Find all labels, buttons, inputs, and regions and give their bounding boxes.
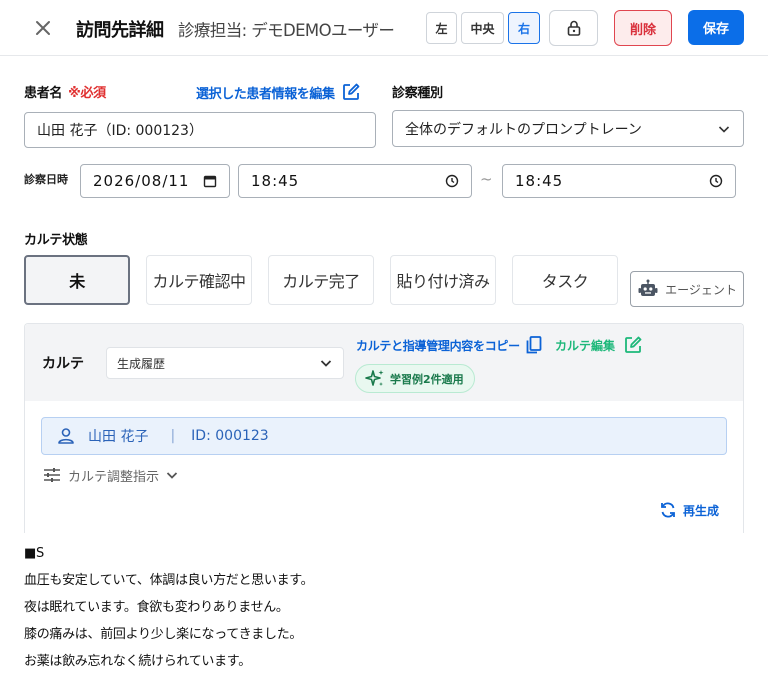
datetime-label: 診察日時 xyxy=(24,173,68,186)
end-time-input[interactable]: 18:45 xyxy=(502,164,736,198)
date-input[interactable]: 2026/08/11 xyxy=(80,164,230,198)
karte-patient-id: ID: 000123 xyxy=(191,428,269,444)
karte-adjust-toggle[interactable]: カルテ調整指示 xyxy=(42,465,179,485)
exam-type-select[interactable]: 全体のデフォルトのプロンプトレーン xyxy=(392,110,744,147)
exam-type-label: 診察種別 xyxy=(392,86,443,101)
header: 訪問先詳細 診療担当: デモDEMOユーザー 左 中央 右 削除 保存 xyxy=(0,0,768,56)
copy-karte-link[interactable]: カルテと指導管理内容をコピー xyxy=(356,335,544,355)
agent-button[interactable]: エージェント xyxy=(630,271,744,307)
karte-panel: カルテ 生成履歴 カルテと指導管理内容をコピー カルテ編集 学習例2件適用 山田… xyxy=(24,323,744,533)
date-value: 2026/08/11 xyxy=(93,172,190,190)
sliders-icon xyxy=(44,468,60,482)
page-title: 訪問先詳細 xyxy=(76,20,164,41)
position-left-button[interactable]: 左 xyxy=(426,12,457,44)
karte-patient-separator: | xyxy=(170,428,176,444)
history-select[interactable]: 生成履歴 xyxy=(106,347,344,379)
time-separator: ~ xyxy=(480,170,493,188)
robot-icon xyxy=(638,279,658,296)
position-center-button[interactable]: 中央 xyxy=(461,12,504,44)
delete-button[interactable]: 削除 xyxy=(614,10,672,46)
note-line: 血圧も安定していて、体調は良い方だと思います。 xyxy=(24,573,314,588)
chevron-down-icon xyxy=(320,360,332,367)
lock-button[interactable] xyxy=(549,10,598,46)
note-line: 夜は眠れています。食欲も変わりありません。 xyxy=(24,600,289,615)
sparkle-icon xyxy=(365,369,384,386)
note-line: お薬は飲み忘れなく続けられています。 xyxy=(24,654,251,669)
karte-patient-bar: 山田 花子 | ID: 000123 xyxy=(41,417,727,455)
chevron-down-icon xyxy=(718,125,730,133)
regenerate-button[interactable]: 再生成 xyxy=(659,501,719,519)
start-time-value: 18:45 xyxy=(251,172,300,190)
agent-button-label: エージェント xyxy=(665,282,737,297)
history-select-value: 生成履歴 xyxy=(117,356,166,371)
status-option-pasted[interactable]: 貼り付け済み xyxy=(390,255,496,305)
copy-karte-link-text: カルテと指導管理内容をコピー xyxy=(356,338,520,353)
chevron-down-icon xyxy=(166,472,178,479)
patient-label: 患者名 ※必須 xyxy=(24,82,106,101)
edit-patient-link-text: 選択した患者情報を編集 xyxy=(196,86,335,102)
copy-icon xyxy=(526,336,542,354)
regenerate-label: 再生成 xyxy=(683,503,720,518)
clock-icon[interactable] xyxy=(445,174,459,188)
learning-examples-badge[interactable]: 学習例2件適用 xyxy=(355,364,475,393)
karte-edit-link-text: カルテ編集 xyxy=(555,338,616,353)
karte-note: ■S 血圧も安定していて、体調は良い方だと思います。 夜は眠れています。食欲も変… xyxy=(24,540,314,675)
calendar-icon[interactable] xyxy=(203,174,217,188)
edit-icon xyxy=(342,83,360,100)
lock-icon xyxy=(567,20,580,36)
karte-panel-header: カルテ 生成履歴 カルテと指導管理内容をコピー カルテ編集 学習例2件適用 xyxy=(25,324,743,401)
status-option-none[interactable]: 未 xyxy=(24,255,130,305)
end-time-value: 18:45 xyxy=(515,172,564,190)
patient-field[interactable]: 山田 花子（ID: 000123） xyxy=(24,112,376,148)
person-icon xyxy=(58,428,74,444)
status-option-task[interactable]: タスク xyxy=(512,255,618,305)
karte-adjust-label: カルテ調整指示 xyxy=(68,469,160,485)
note-heading: ■S xyxy=(24,546,44,561)
close-icon[interactable] xyxy=(32,17,54,39)
karte-status-label: カルテ状態 xyxy=(24,233,88,248)
karte-title: カルテ xyxy=(42,356,84,372)
karte-patient-name: 山田 花子 xyxy=(88,429,149,445)
status-option-complete[interactable]: カルテ完了 xyxy=(268,255,374,305)
refresh-icon xyxy=(661,502,675,518)
exam-type-value: 全体のデフォルトのプロンプトレーン xyxy=(405,121,642,138)
karte-edit-link[interactable]: カルテ編集 xyxy=(555,335,643,355)
page-subtitle: 診療担当: デモDEMOユーザー xyxy=(178,21,395,40)
edit-icon xyxy=(625,336,642,353)
save-button[interactable]: 保存 xyxy=(688,10,744,45)
clock-icon[interactable] xyxy=(709,174,723,188)
edit-patient-link[interactable]: 選択した患者情報を編集 xyxy=(196,82,361,102)
learning-examples-text: 学習例2件適用 xyxy=(390,372,464,386)
start-time-input[interactable]: 18:45 xyxy=(238,164,472,198)
position-right-button[interactable]: 右 xyxy=(508,12,540,44)
required-mark: ※必須 xyxy=(68,86,106,101)
patient-label-text: 患者名 xyxy=(24,86,63,101)
note-line: 膝の痛みは、前回より少し楽になってきました。 xyxy=(24,627,303,642)
status-option-reviewing[interactable]: カルテ確認中 xyxy=(146,255,252,305)
